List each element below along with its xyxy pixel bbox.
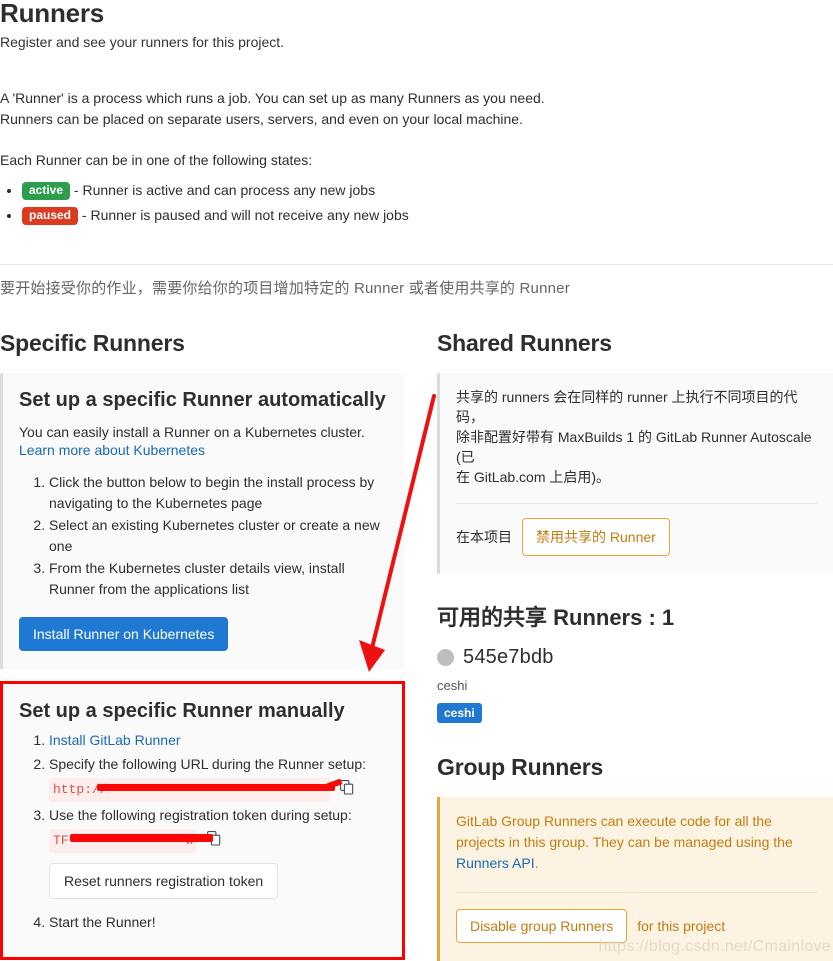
state-paused-text: - Runner is paused and will not receive … xyxy=(81,207,409,223)
kubernetes-step-3: From the Kubernetes cluster details view… xyxy=(49,558,389,600)
group-description-part-1: GitLab Group Runners can execute code fo… xyxy=(456,813,793,850)
runner-tag-badge: ceshi xyxy=(437,703,482,723)
runner-url-value: http://aaaaaaaaaaaaaaaaaaaaaaaaaaa/ xyxy=(49,778,343,802)
setup-automatically-title: Set up a specific Runner automatically xyxy=(19,389,386,411)
intro-block: A 'Runner' is a process which runs a job… xyxy=(0,88,833,229)
runner-description: ceshi xyxy=(437,678,468,693)
learn-more-kubernetes-link[interactable]: Learn more about Kubernetes xyxy=(19,442,205,458)
setup-manually-panel: Set up a specific Runner manually Instal… xyxy=(0,681,405,960)
runner-id-label: 545e7bdb xyxy=(463,646,554,668)
state-item-paused: paused - Runner is paused and will not r… xyxy=(22,204,833,227)
runner-url-row: http://aaaaaaaaaaaaaaaaaaaaaaaaaaa/ xyxy=(49,777,386,802)
manual-step-2-text: Specify the following URL during the Run… xyxy=(49,756,366,772)
runners-page: Runners Register and see your runners fo… xyxy=(0,0,833,961)
setup-automatically-description: You can easily install a Runner on a Kub… xyxy=(19,424,365,440)
install-runner-on-kubernetes-button[interactable]: Install Runner on Kubernetes xyxy=(19,617,229,651)
group-panel-divider xyxy=(456,892,817,893)
available-shared-runners-heading: 可用的共享 Runners : 1 xyxy=(437,605,675,630)
runner-status-dot-icon xyxy=(437,649,454,666)
state-item-active: active - Runner is active and can proces… xyxy=(22,179,833,202)
states-intro: Each Runner can be in one of the followi… xyxy=(0,152,313,168)
shared-runners-panel: 共享的 runners 会在同样的 runner 上执行不同项目的代码， 除非配… xyxy=(437,373,833,574)
shared-toggle-row: 在本项目 禁用共享的 Runner xyxy=(456,518,817,556)
shared-runner-item[interactable]: 545e7bdb xyxy=(437,646,833,669)
disable-shared-runners-button[interactable]: 禁用共享的 Runner xyxy=(522,518,670,556)
specific-runners-heading: Specific Runners xyxy=(0,330,185,356)
manual-step-1: Install GitLab Runner xyxy=(49,729,386,751)
group-runners-description: GitLab Group Runners can execute code fo… xyxy=(456,811,817,874)
intro-line-2: Runners can be placed on separate users,… xyxy=(0,111,523,127)
runners-api-link[interactable]: Runners API xyxy=(456,855,535,871)
manual-step-2: Specify the following URL during the Run… xyxy=(49,753,386,802)
specific-runners-column: Specific Runners Set up a specific Runne… xyxy=(0,330,405,960)
shared-runners-column: Shared Runners 共享的 runners 会在同样的 runner … xyxy=(437,330,833,961)
group-toggle-suffix: for this project xyxy=(637,918,726,934)
chinese-lead-text: 要开始接受你的作业，需要你给你的项目增加特定的 Runner 或者使用共享的 R… xyxy=(0,280,570,297)
token-prefix: TF xyxy=(53,833,69,848)
kubernetes-step-2: Select an existing Kubernetes cluster or… xyxy=(49,515,389,557)
manual-step-3-text: Use the following registration token dur… xyxy=(49,807,352,823)
page-subtitle: Register and see your runners for this p… xyxy=(0,34,285,50)
setup-automatically-panel: Set up a specific Runner automatically Y… xyxy=(0,373,405,669)
kubernetes-steps-list: Click the button below to begin the inst… xyxy=(19,472,389,600)
registration-token-value: TFaaaaaaaaaaaaaaaW xyxy=(49,829,213,853)
group-runners-panel: GitLab Group Runners can execute code fo… xyxy=(437,797,833,961)
registration-token-row: TFaaaaaaaaaaaaaaaW xyxy=(49,828,386,853)
status-badge-paused: paused xyxy=(22,207,79,225)
install-gitlab-runner-link[interactable]: Install GitLab Runner xyxy=(49,732,181,748)
setup-manually-title: Set up a specific Runner manually xyxy=(19,700,345,722)
manual-steps-list: Install GitLab Runner Specify the follow… xyxy=(19,729,386,933)
shared-panel-divider xyxy=(456,503,817,504)
watermark-text: https://blog.csdn.net/Cmainlove xyxy=(598,938,831,955)
section-divider xyxy=(0,264,833,265)
states-list: active - Runner is active and can proces… xyxy=(0,179,833,227)
shared-description-line-2: 除非配置好带有 MaxBuilds 1 的 GitLab Runner Auto… xyxy=(456,429,812,465)
manual-step-3: Use the following registration token dur… xyxy=(49,804,386,899)
reset-runners-registration-token-button[interactable]: Reset runners registration token xyxy=(49,863,279,899)
page-title: Runners xyxy=(0,0,105,28)
kubernetes-step-1: Click the button below to begin the inst… xyxy=(49,472,389,514)
group-description-part-2: . xyxy=(534,855,539,871)
shared-toggle-prefix: 在本项目 xyxy=(456,529,512,545)
status-badge-active: active xyxy=(22,182,71,200)
group-runners-heading: Group Runners xyxy=(437,754,604,780)
shared-description-line-3: 在 GitLab.com 上启用)。 xyxy=(456,469,611,485)
shared-description-line-1: 共享的 runners 会在同样的 runner 上执行不同项目的代码， xyxy=(456,389,798,425)
manual-step-4: Start the Runner! xyxy=(49,911,386,933)
intro-line-1: A 'Runner' is a process which runs a job… xyxy=(0,90,545,106)
state-active-text: - Runner is active and can process any n… xyxy=(73,182,376,198)
shared-runners-heading: Shared Runners xyxy=(437,330,612,356)
